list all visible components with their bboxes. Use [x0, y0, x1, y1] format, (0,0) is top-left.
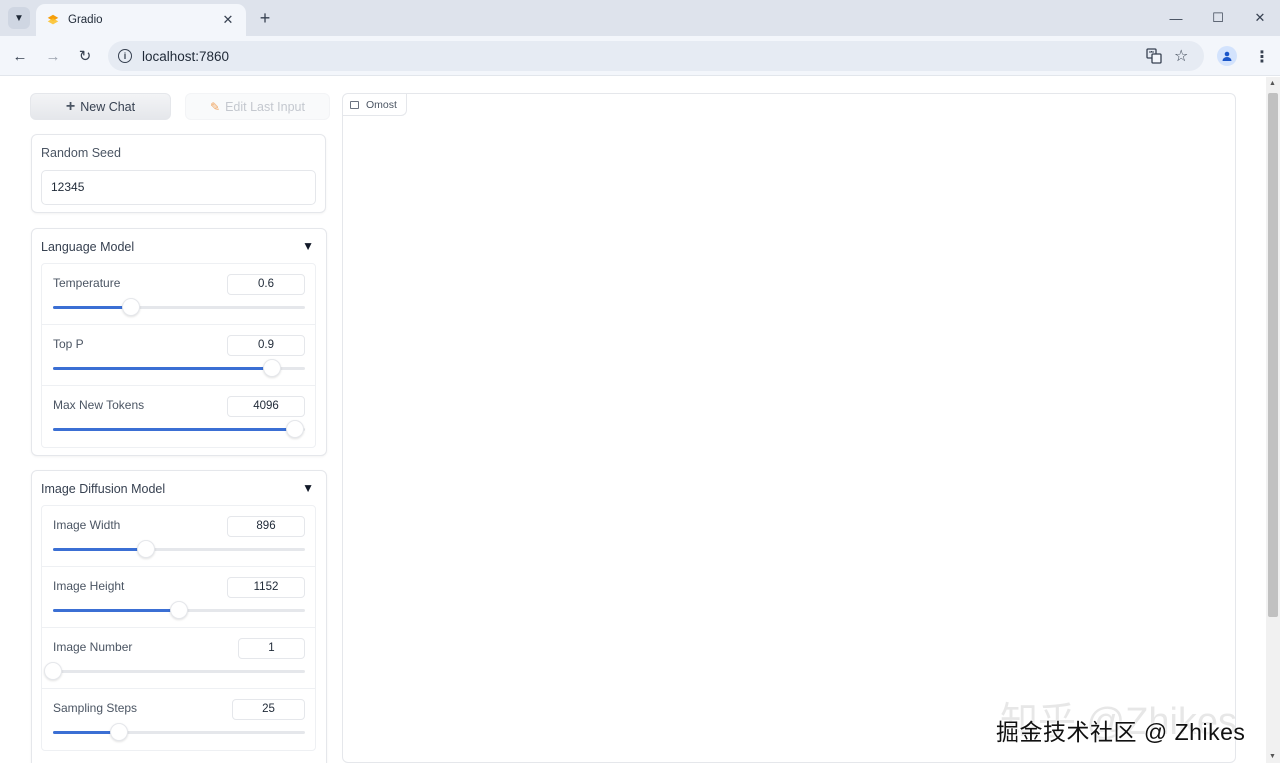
window-maximize-icon[interactable]: ☐	[1208, 8, 1228, 28]
chatbot-label: Omost	[366, 98, 397, 111]
gradio-app: + New Chat ✎ Edit Last Input Random Seed…	[0, 77, 1266, 763]
slider-label: Image Number	[53, 640, 133, 654]
page-scrollbar[interactable]: ▲ ▼	[1266, 77, 1280, 763]
slider-thumb[interactable]	[137, 540, 156, 558]
new-tab-plus-icon[interactable]: +	[254, 7, 276, 29]
top-p-slider-row: Top P 0.9	[42, 325, 315, 386]
top-p-slider[interactable]	[53, 359, 305, 377]
image-number-slider-row: Image Number 1	[42, 628, 315, 689]
sampling-steps-slider-row: Sampling Steps 25	[42, 689, 315, 750]
slider-thumb[interactable]	[122, 298, 141, 316]
gradio-favicon-icon	[47, 14, 59, 25]
image-width-slider[interactable]	[53, 540, 305, 558]
sampling-steps-slider[interactable]	[53, 723, 305, 741]
image-height-slider-row: Image Height 1152	[42, 567, 315, 628]
chat-icon	[350, 100, 359, 109]
image-diffusion-model-accordion: Image Diffusion Model ▼ Image Width 896 …	[31, 470, 327, 763]
site-info-icon[interactable]: i	[118, 49, 132, 63]
slider-thumb[interactable]	[285, 420, 304, 438]
random-seed-value: 12345	[51, 180, 85, 194]
sampling-steps-number-input[interactable]: 25	[232, 699, 305, 720]
random-seed-panel: Random Seed 12345	[31, 134, 326, 213]
caret-down-icon[interactable]: ▼	[302, 239, 314, 253]
tab-search-chevron-icon[interactable]: ▼	[8, 7, 30, 29]
image-number-slider[interactable]	[44, 662, 305, 680]
tab-title: Gradio	[68, 14, 103, 26]
browser-tab-gradio[interactable]: Gradio ✕	[36, 4, 246, 36]
slider-thumb[interactable]	[109, 723, 128, 741]
image-width-slider-row: Image Width 896	[42, 506, 315, 567]
scroll-down-arrow-icon[interactable]: ▼	[1269, 753, 1276, 760]
max-new-tokens-slider-row: Max New Tokens 4096	[42, 386, 315, 447]
browser-menu-kebab-icon[interactable]: ⋮	[1254, 47, 1270, 67]
profile-avatar-icon[interactable]	[1217, 46, 1237, 66]
new-chat-button[interactable]: + New Chat	[30, 93, 171, 120]
chatbot-area[interactable]: Omost	[342, 93, 1236, 763]
url-text: localhost:7860	[142, 48, 230, 64]
slider-fill	[53, 609, 179, 612]
edit-last-input-button[interactable]: ✎ Edit Last Input	[185, 93, 330, 120]
slider-thumb[interactable]	[44, 662, 62, 680]
pencil-icon: ✎	[210, 99, 221, 114]
image-height-slider[interactable]	[53, 601, 305, 619]
reload-icon[interactable]: ↻	[74, 45, 96, 67]
scrollbar-thumb[interactable]	[1268, 93, 1278, 617]
browser-toolbar: ← → ↻ i localhost:7860	[0, 36, 1280, 76]
max-new-tokens-slider[interactable]	[53, 420, 305, 438]
slider-thumb[interactable]	[263, 359, 282, 377]
window-minimize-icon[interactable]: —	[1166, 8, 1186, 28]
slider-label: Temperature	[53, 276, 121, 290]
slider-label: Sampling Steps	[53, 701, 138, 715]
translate-icon[interactable]	[1146, 48, 1162, 64]
slider-fill	[53, 428, 295, 431]
slider-fill	[53, 367, 273, 370]
slider-label: Image Width	[53, 518, 121, 532]
slider-label: Image Height	[53, 579, 125, 593]
slider-fill	[53, 731, 119, 734]
slider-fill	[53, 306, 132, 309]
scroll-up-arrow-icon[interactable]: ▲	[1269, 80, 1276, 87]
slider-label: Top P	[53, 337, 84, 351]
chatbot-label-tag: Omost	[343, 94, 407, 116]
image-diffusion-sliders: Image Width 896 Image Height 1152 Image …	[41, 505, 316, 751]
caret-down-icon[interactable]: ▼	[302, 481, 314, 495]
temperature-slider-row: Temperature 0.6	[42, 264, 315, 325]
new-chat-label: New Chat	[80, 99, 136, 114]
watermark: 掘金技术社区 @ Zhikes	[996, 719, 1246, 745]
top-p-number-input[interactable]: 0.9	[227, 335, 305, 356]
random-seed-input[interactable]: 12345	[41, 170, 316, 205]
temperature-slider[interactable]	[53, 298, 305, 316]
tab-close-icon[interactable]: ✕	[220, 12, 236, 28]
slider-thumb[interactable]	[170, 601, 188, 619]
back-arrow-icon[interactable]: ←	[9, 45, 31, 67]
slider-label: Max New Tokens	[53, 398, 145, 412]
image-diffusion-model-title[interactable]: Image Diffusion Model	[41, 482, 165, 496]
bookmark-star-icon[interactable]: ☆	[1174, 46, 1188, 66]
max-new-tokens-number-input[interactable]: 4096	[227, 396, 305, 417]
temperature-number-input[interactable]: 0.6	[227, 274, 305, 295]
plus-icon: +	[65, 97, 76, 115]
image-number-number-input[interactable]: 1	[238, 638, 305, 659]
edit-last-input-label: Edit Last Input	[225, 99, 305, 114]
language-model-sliders: Temperature 0.6 Top P 0.9 Max New Tokens…	[41, 263, 316, 448]
language-model-accordion: Language Model ▼ Temperature 0.6 Top P 0…	[31, 228, 327, 456]
image-width-number-input[interactable]: 896	[227, 516, 305, 537]
forward-arrow-icon[interactable]: →	[42, 45, 64, 67]
window-close-icon[interactable]: ✕	[1250, 8, 1270, 28]
slider-fill	[53, 548, 147, 551]
language-model-title[interactable]: Language Model	[41, 240, 134, 254]
random-seed-label: Random Seed	[41, 146, 121, 160]
image-height-number-input[interactable]: 1152	[227, 577, 305, 598]
browser-tabstrip: ▼ Gradio ✕ + — ☐ ✕	[0, 0, 1280, 36]
address-bar[interactable]: i localhost:7860	[108, 41, 1204, 71]
